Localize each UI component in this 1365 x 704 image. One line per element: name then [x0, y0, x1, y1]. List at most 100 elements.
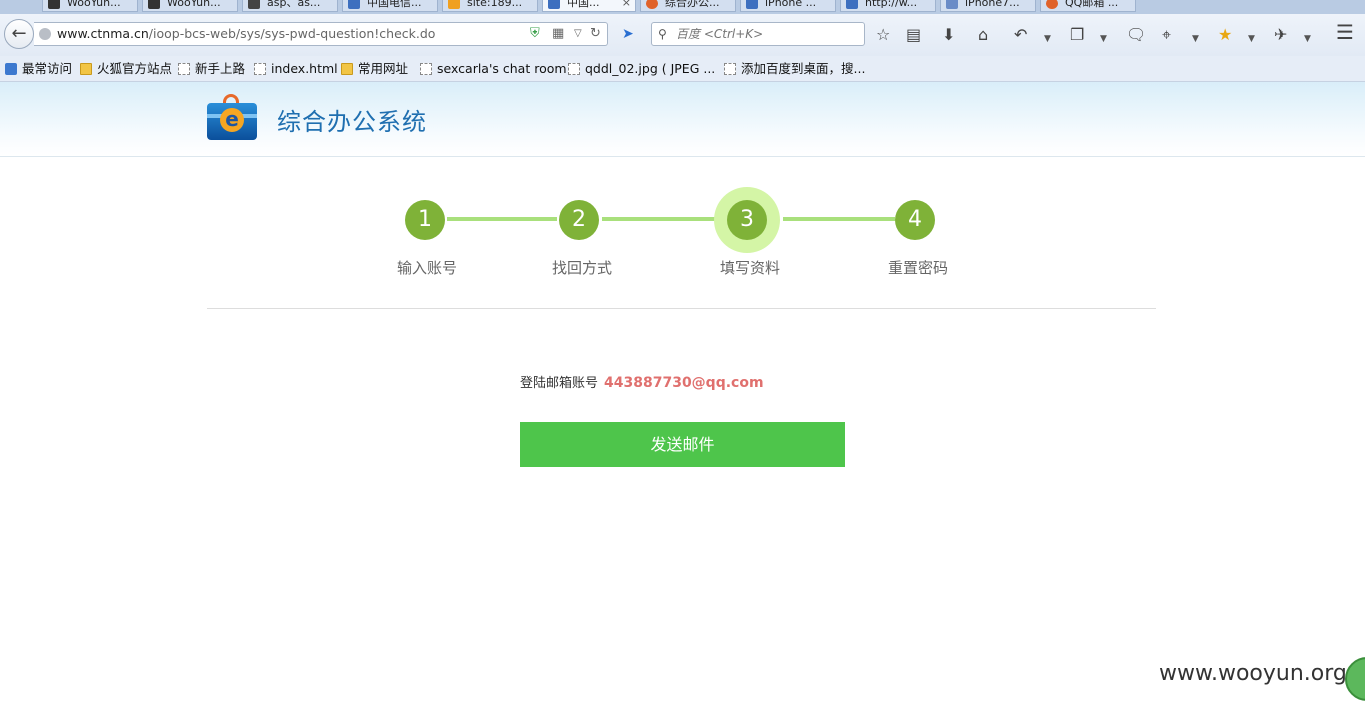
page-icon	[724, 63, 736, 75]
favicon-icon	[148, 0, 160, 9]
step-1-label: 输入账号	[396, 259, 457, 277]
browser-tab[interactable]: site:189...	[442, 0, 538, 12]
send-email-button[interactable]: 发送邮件	[520, 422, 845, 467]
bookmark-item[interactable]: 最常访问	[5, 56, 72, 81]
tab-title: 综合办公...	[665, 0, 720, 9]
home-icon[interactable]: ⌂	[978, 26, 988, 44]
download-icon[interactable]: ⬇	[942, 26, 955, 44]
bookmark-item[interactable]: 添加百度到桌面，搜...	[724, 56, 865, 81]
crop-icon[interactable]: ⌖	[1162, 26, 1171, 44]
browser-tab[interactable]: WooYun...	[42, 0, 138, 12]
chevron-down-icon[interactable]: ▼	[1304, 30, 1311, 48]
shield-icon[interactable]: ⛨	[530, 23, 540, 45]
extension-icon[interactable]: ✈	[1274, 26, 1287, 44]
reading-list-icon[interactable]: ▤	[906, 26, 921, 44]
reload-icon[interactable]: ↻	[590, 23, 601, 45]
page-icon	[178, 63, 190, 75]
favorites-star-icon[interactable]: ★	[1218, 26, 1232, 44]
bookmark-item[interactable]: qddl_02.jpg ( JPEG ...	[568, 56, 715, 81]
step-3-label: 填写资料	[719, 259, 780, 277]
page-icon	[420, 63, 432, 75]
navigation-toolbar: ← www.ctnma.cn/ioop-bcs-web/sys/sys-pwd-…	[0, 14, 1365, 56]
bookmark-item[interactable]: 火狐官方站点	[80, 56, 172, 81]
tab-title: asp、as...	[267, 0, 321, 9]
back-button[interactable]: ←	[4, 19, 34, 49]
page-icon	[568, 63, 580, 75]
qr-code-icon[interactable]: ▦	[552, 23, 564, 45]
browser-tab[interactable]: WooYun...	[142, 0, 238, 12]
browser-tab[interactable]: iPhone ...	[740, 0, 836, 12]
favicon-icon	[348, 0, 360, 9]
address-bar[interactable]: www.ctnma.cn/ioop-bcs-web/sys/sys-pwd-qu…	[34, 22, 608, 46]
browser-tab[interactable]: 综合办公...	[640, 0, 736, 12]
copy-icon[interactable]: ❐	[1070, 26, 1084, 44]
step-progress: 1 2 3 4 输入账号 找回方式 填写资料 重置密码	[207, 160, 1156, 309]
tab-title: site:189...	[467, 0, 523, 9]
tab-title: WooYun...	[67, 0, 121, 9]
email-row: 登陆邮箱账号 443887730@qq.com	[520, 372, 764, 391]
step-2-label: 找回方式	[551, 259, 612, 277]
browser-tab[interactable]: QQ邮箱 ...	[1040, 0, 1136, 12]
tab-title: http://w...	[865, 0, 918, 9]
tab-title: 中国电信...	[367, 0, 422, 9]
tab-title: iPhone7...	[965, 0, 1020, 9]
bookmark-item[interactable]: sexcarla's chat room	[420, 56, 567, 81]
email-value: 443887730@qq.com	[604, 375, 764, 391]
browser-tab[interactable]: iPhone7...	[940, 0, 1036, 12]
tab-title: QQ邮箱 ...	[1065, 0, 1119, 9]
tab-strip: WooYun... WooYun... asp、as... 中国电信... si…	[0, 0, 1365, 14]
tab-title: 中国...	[567, 0, 600, 9]
browser-tab-active[interactable]: 中国... ×	[542, 0, 636, 12]
favicon-icon	[248, 0, 260, 9]
dropdown-arrow-icon[interactable]: ▽	[574, 23, 582, 45]
favicon-icon	[646, 0, 658, 9]
step-3-number: 3	[727, 200, 767, 240]
search-icon: ⚲	[658, 27, 667, 41]
watermark-text: www.wooyun.org	[1159, 661, 1347, 686]
site-header: e 综合办公系统	[0, 82, 1365, 157]
search-input[interactable]	[676, 25, 856, 43]
bookmark-item[interactable]: index.html	[254, 56, 338, 81]
bookmarks-bar: 最常访问 火狐官方站点 新手上路 index.html 常用网址 sexcarl…	[0, 56, 1365, 82]
favicon-icon	[448, 0, 460, 9]
wooyun-badge-icon	[1345, 657, 1365, 701]
bookmark-item[interactable]: 新手上路	[178, 56, 245, 81]
url-domain: www.ctnma.cn	[57, 26, 149, 41]
undo-icon[interactable]: ↶	[1014, 26, 1027, 44]
folder-icon	[341, 63, 353, 75]
page-icon	[254, 63, 266, 75]
bookmark-item[interactable]: 常用网址	[341, 56, 408, 81]
step-1-circle: 1	[405, 200, 445, 240]
browser-tab[interactable]: 中国电信...	[342, 0, 438, 12]
back-arrow-icon: ←	[11, 23, 27, 44]
folder-icon	[80, 63, 92, 75]
tab-title: WooYun...	[167, 0, 221, 9]
chevron-down-icon[interactable]: ▼	[1192, 30, 1199, 48]
favicon-icon	[1046, 0, 1058, 9]
favicon-icon	[946, 0, 958, 9]
email-label: 登陆邮箱账号	[520, 376, 599, 391]
browser-tab[interactable]: asp、as...	[242, 0, 338, 12]
url-text: www.ctnma.cn/ioop-bcs-web/sys/sys-pwd-qu…	[57, 23, 435, 45]
chevron-down-icon[interactable]: ▼	[1100, 30, 1107, 48]
step-4-circle: 4	[895, 200, 935, 240]
step-connector	[447, 217, 557, 221]
step-connector	[602, 217, 716, 221]
bird-icon[interactable]: ➤	[622, 26, 640, 42]
chat-bubble-icon[interactable]: 🗨	[1126, 26, 1146, 44]
chevron-down-icon[interactable]: ▼	[1044, 30, 1051, 48]
url-path: /ioop-bcs-web/sys/sys-pwd-question!check…	[148, 26, 436, 41]
most-visited-icon	[5, 63, 17, 75]
step-connector	[783, 217, 895, 221]
favicon-icon	[746, 0, 758, 9]
bookmark-star-icon[interactable]: ☆	[876, 26, 890, 44]
search-box[interactable]: ⚲	[651, 22, 865, 46]
site-title: 综合办公系统	[277, 108, 427, 136]
menu-icon[interactable]: ☰	[1336, 22, 1354, 42]
favicon-icon	[846, 0, 858, 9]
chevron-down-icon[interactable]: ▼	[1248, 30, 1255, 48]
step-2-circle: 2	[559, 200, 599, 240]
close-tab-icon[interactable]: ×	[622, 0, 631, 11]
briefcase-logo-icon: e	[207, 94, 257, 140]
browser-tab[interactable]: http://w...	[840, 0, 936, 12]
